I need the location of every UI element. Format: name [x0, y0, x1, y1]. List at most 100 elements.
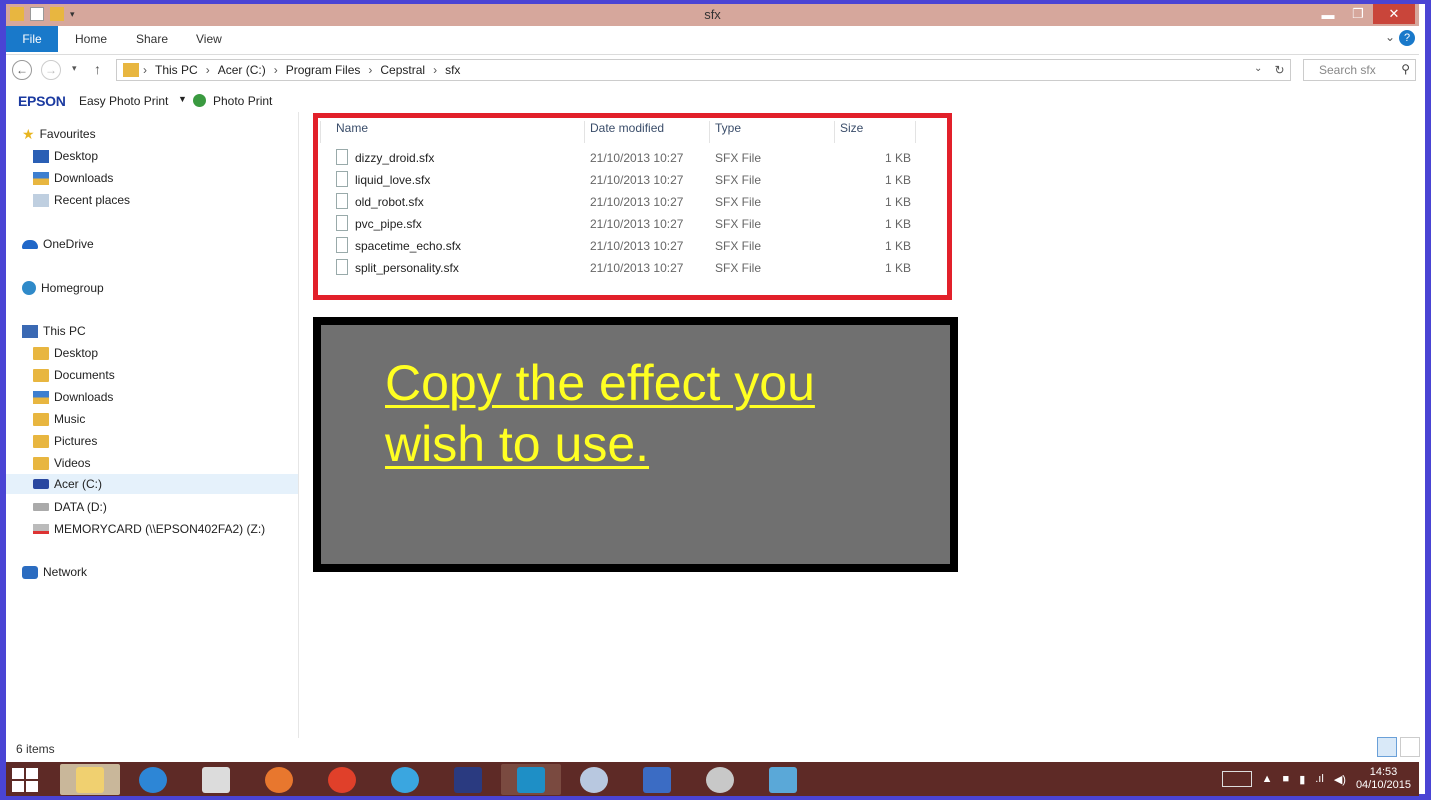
taskbar-photos[interactable]: [753, 764, 813, 795]
taskbar-file-explorer[interactable]: [60, 764, 120, 795]
breadcrumb-acer-c[interactable]: Acer (C:): [218, 63, 266, 77]
photos-icon: [769, 766, 797, 793]
breadcrumb-program-files[interactable]: Program Files: [286, 63, 361, 77]
taskbar-active-app[interactable]: [501, 764, 561, 795]
sidebar-item-pc-desktop[interactable]: Desktop: [33, 343, 98, 363]
view-switcher: [1377, 737, 1420, 757]
tray-overflow-icon[interactable]: ▲: [1262, 773, 1273, 785]
tab-home[interactable]: Home: [75, 26, 107, 52]
tab-view[interactable]: View: [196, 26, 222, 52]
recent-locations-chevron-icon[interactable]: ▾: [72, 63, 77, 74]
taskbar: ▲ ■ ▮ .ıl ◀) 14:53 04/10/2015: [6, 762, 1419, 796]
clock-date: 04/10/2015: [1355, 779, 1411, 791]
breadcrumb-cepstral[interactable]: Cepstral: [380, 63, 425, 77]
search-input[interactable]: Search sfx ⚲: [1303, 59, 1416, 81]
sidebar-item-desktop[interactable]: Desktop: [33, 146, 98, 166]
taskbar-firefox[interactable]: [249, 764, 309, 795]
close-button[interactable]: ✕: [1373, 4, 1415, 24]
recent-places-icon: [33, 193, 49, 207]
onedrive-icon: [22, 239, 38, 249]
highlight-box: [313, 113, 952, 300]
start-button[interactable]: [10, 767, 40, 793]
sidebar-item-documents[interactable]: Documents: [33, 365, 115, 385]
large-icons-view-icon[interactable]: [1400, 737, 1420, 757]
document-icon: [643, 766, 671, 793]
easy-photo-print-button[interactable]: Easy Photo Print: [79, 94, 168, 108]
taskbar-disc-app[interactable]: [690, 764, 750, 795]
sidebar-item-pc-downloads[interactable]: Downloads: [33, 387, 113, 407]
forward-button[interactable]: →: [41, 60, 61, 80]
desktop-icon: [33, 149, 49, 163]
epson-toolbar: EPSON Easy Photo Print ▼ Photo Print: [6, 88, 1419, 112]
callout-text: Copy the effect you wish to use.: [385, 355, 815, 472]
breadcrumb-separator-icon: ›: [433, 63, 438, 77]
breadcrumb-sfx[interactable]: sfx: [445, 63, 460, 77]
system-tray: ▲ ■ ▮ .ıl ◀) 14:53 04/10/2015: [1221, 762, 1411, 796]
clock[interactable]: 14:53 04/10/2015: [1356, 766, 1411, 792]
pictures-folder-icon: [33, 434, 49, 448]
battery-icon[interactable]: ▮: [1299, 773, 1305, 786]
instruction-callout: Copy the effect you wish to use.: [313, 317, 958, 572]
keyboard-icon[interactable]: [1221, 771, 1252, 787]
details-view-icon[interactable]: [1377, 737, 1397, 757]
homegroup-icon: [22, 281, 36, 295]
help-icon[interactable]: ?: [1399, 30, 1415, 46]
app-blue-icon: [517, 766, 545, 793]
sidebar-item-label: Homegroup: [41, 281, 104, 295]
taskbar-internet-explorer[interactable]: [123, 764, 183, 795]
sidebar-item-downloads[interactable]: Downloads: [33, 168, 113, 188]
address-dropdown-icon[interactable]: ⌄: [1254, 63, 1262, 74]
taskbar-word[interactable]: [627, 764, 687, 795]
internet-explorer-icon: [139, 766, 167, 793]
sidebar-item-music[interactable]: Music: [33, 409, 85, 429]
sidebar-item-memorycard-z[interactable]: MEMORYCARD (\\EPSON402FA2) (Z:): [33, 519, 265, 539]
up-arrow-icon[interactable]: ↑: [94, 61, 101, 77]
sidebar-item-network[interactable]: Network: [22, 562, 87, 582]
sidebar-item-pictures[interactable]: Pictures: [33, 431, 97, 451]
taskbar-paint[interactable]: [564, 764, 624, 795]
sidebar-item-this-pc[interactable]: This PC: [22, 321, 86, 341]
volume-icon[interactable]: ◀): [1334, 773, 1346, 786]
sidebar-item-label: MEMORYCARD (\\EPSON402FA2) (Z:): [54, 522, 266, 536]
breadcrumb[interactable]: › This PC › Acer (C:) › Program Files › …: [116, 59, 1291, 81]
taskbar-music-app[interactable]: [312, 764, 372, 795]
taskbar-media-app[interactable]: [375, 764, 435, 795]
sidebar-item-favourites[interactable]: ★ Favourites: [22, 124, 96, 144]
sidebar-item-label: Pictures: [54, 434, 98, 448]
windows-logo-icon: [12, 768, 24, 779]
photo-print-icon: [193, 94, 206, 107]
downloads-folder-icon: [33, 390, 49, 404]
signal-icon[interactable]: .ıl: [1315, 773, 1324, 785]
sidebar-item-onedrive[interactable]: OneDrive: [22, 234, 94, 254]
media-circle-icon: [391, 766, 419, 793]
tab-file[interactable]: File: [6, 26, 58, 52]
refresh-button[interactable]: ↻: [1269, 59, 1291, 81]
sidebar-item-acer-c[interactable]: Acer (C:): [6, 474, 298, 494]
photo-print-button[interactable]: Photo Print: [213, 94, 272, 108]
drive-icon: [33, 503, 49, 511]
downloads-folder-icon: [33, 171, 49, 185]
firefox-icon: [265, 766, 293, 793]
maximize-button[interactable]: ❐: [1343, 4, 1373, 24]
sidebar-item-recent-places[interactable]: Recent places: [33, 190, 130, 210]
music-folder-icon: [33, 412, 49, 426]
epson-logo: EPSON: [18, 93, 66, 109]
sidebar-item-label: Network: [43, 565, 88, 579]
back-button[interactable]: ←: [12, 60, 32, 80]
breadcrumb-this-pc[interactable]: This PC: [155, 63, 198, 77]
sidebar-item-homegroup[interactable]: Homegroup: [22, 278, 104, 298]
easy-photo-print-dropdown-icon[interactable]: ▼: [178, 94, 187, 104]
network-icon: [22, 565, 38, 579]
flag-icon[interactable]: ■: [1283, 773, 1290, 785]
expand-ribbon-chevron-icon[interactable]: ⌄: [1385, 30, 1395, 44]
tab-share[interactable]: Share: [136, 26, 168, 52]
sidebar-item-label: Downloads: [54, 390, 114, 404]
sidebar-item-data-d[interactable]: DATA (D:): [33, 497, 107, 517]
address-bar-row: ← → ▾ ↑ › This PC › Acer (C:) › Program …: [6, 56, 1419, 84]
sidebar-item-videos[interactable]: Videos: [33, 453, 90, 473]
title-bar: ▾ sfx ▬ ❐ ✕: [6, 4, 1419, 26]
ribbon: File Home Share View ⌄ ?: [6, 26, 1419, 55]
taskbar-remote-desktop[interactable]: [438, 764, 498, 795]
taskbar-app-n[interactable]: [186, 764, 246, 795]
minimize-button[interactable]: ▬: [1313, 4, 1343, 24]
